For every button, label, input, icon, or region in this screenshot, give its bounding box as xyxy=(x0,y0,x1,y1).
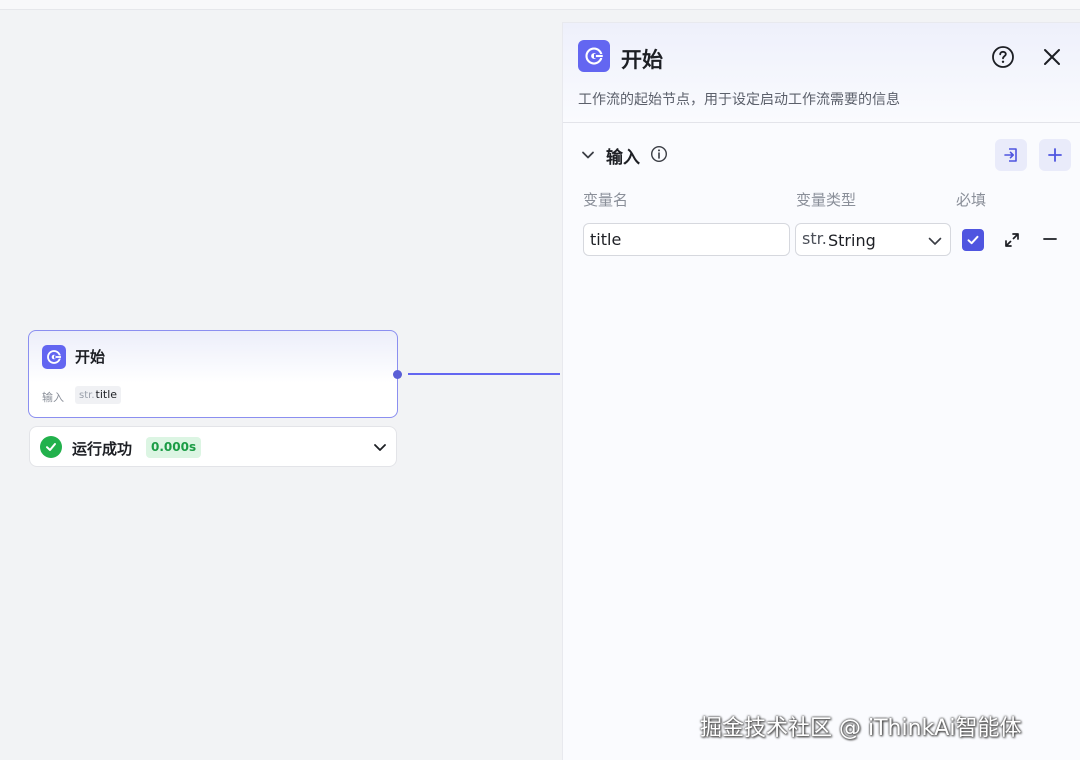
node-output-port[interactable] xyxy=(393,370,402,379)
help-icon[interactable] xyxy=(991,45,1015,69)
node-input-chip: str.title xyxy=(75,386,122,404)
chevron-down-icon[interactable] xyxy=(372,439,388,459)
import-icon xyxy=(1004,148,1017,162)
add-variable-button[interactable] xyxy=(1039,139,1071,171)
node-settings-panel: 开始 工作流的起始节点，用于设定启动工作流需要的信息 输入 变量名 变量类型 必… xyxy=(562,22,1080,760)
start-node-icon xyxy=(578,40,610,72)
start-node-icon xyxy=(42,345,66,369)
chevron-down-icon[interactable] xyxy=(580,147,596,167)
column-header-type: 变量类型 xyxy=(796,191,857,209)
info-icon[interactable] xyxy=(650,145,668,167)
input-section-title: 输入 xyxy=(606,148,640,168)
connection-edge xyxy=(408,373,560,375)
checkbox-checked-icon xyxy=(967,235,979,245)
node-input-name: title xyxy=(95,388,118,401)
variable-name-input[interactable]: title xyxy=(583,223,790,256)
column-header-name: 变量名 xyxy=(583,191,629,209)
required-checkbox[interactable] xyxy=(962,229,984,251)
top-bar xyxy=(0,0,1080,10)
node-input-type: str. xyxy=(79,390,95,401)
expand-icon[interactable] xyxy=(1002,230,1022,254)
panel-header: 开始 工作流的起始节点，用于设定启动工作流需要的信息 xyxy=(563,23,1080,123)
panel-title: 开始 xyxy=(621,48,663,72)
run-status-text: 运行成功 xyxy=(72,440,133,458)
run-duration-badge: 0.000s xyxy=(146,437,202,458)
variable-type-prefix: str. xyxy=(802,229,827,248)
node-input-label: 输入 xyxy=(42,391,64,404)
variable-type-select[interactable]: str. String xyxy=(795,223,951,256)
close-icon[interactable] xyxy=(1040,45,1064,69)
import-button[interactable] xyxy=(995,139,1027,171)
plus-icon xyxy=(1048,148,1062,162)
minus-icon[interactable] xyxy=(1041,230,1059,252)
start-node-card[interactable]: 开始 输入 str.title xyxy=(28,330,398,418)
variable-type-value: String xyxy=(828,231,876,250)
run-status-bar[interactable]: 运行成功 0.000s xyxy=(29,426,397,467)
start-node-title: 开始 xyxy=(75,348,106,366)
panel-description: 工作流的起始节点，用于设定启动工作流需要的信息 xyxy=(578,92,900,108)
check-circle-icon xyxy=(40,436,62,458)
column-header-required: 必填 xyxy=(956,191,987,209)
chevron-down-icon xyxy=(927,233,943,253)
watermark: 掘金技术社区 @ iThinkAi智能体 xyxy=(700,716,1022,741)
